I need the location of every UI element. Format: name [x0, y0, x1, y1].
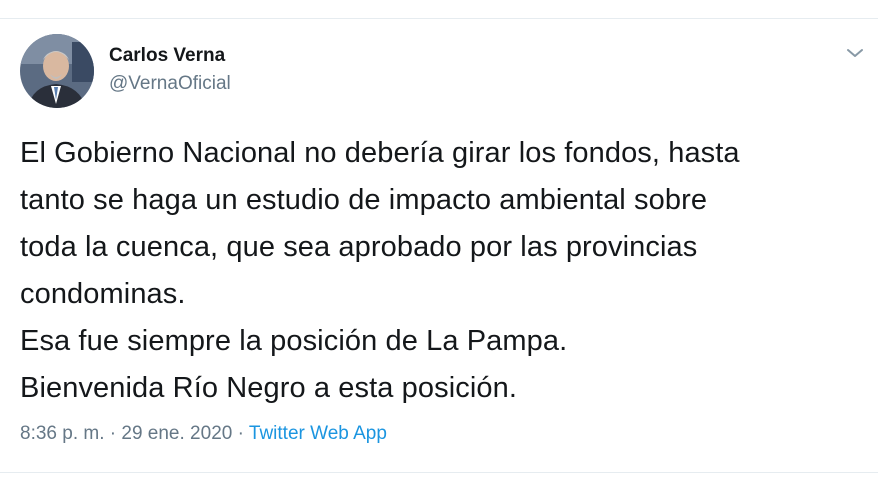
avatar[interactable]: [20, 34, 94, 108]
tweet-source-link[interactable]: Twitter Web App: [249, 423, 387, 444]
tweet-date[interactable]: 29 ene. 2020: [121, 423, 232, 444]
meta-separator: ·: [109, 423, 117, 444]
tweet-text-line: condominas.: [20, 278, 186, 310]
tweet-header: Carlos Verna @VernaOficial: [20, 34, 870, 110]
tweet-text-line: Esa fue siempre la posición de La Pampa.: [20, 325, 568, 357]
tweet-meta: 8:36 p. m. · 29 ene. 2020 · Twitter Web …: [20, 422, 387, 446]
tweet-text-line: tanto se haga un estudio de impacto ambi…: [20, 184, 708, 216]
bottom-divider: [0, 472, 878, 473]
avatar-photo: [20, 34, 94, 108]
tweet-time[interactable]: 8:36 p. m.: [20, 423, 105, 444]
top-divider: [0, 18, 878, 19]
tweet-text-line: toda la cuenca, que sea aprobado por las…: [20, 231, 698, 263]
user-names: Carlos Verna @VernaOficial: [109, 44, 231, 97]
display-name[interactable]: Carlos Verna: [109, 44, 231, 68]
tweet-text: El Gobierno Nacional no debería girar lo…: [20, 130, 860, 412]
user-handle[interactable]: @VernaOficial: [109, 71, 231, 97]
meta-separator: ·: [237, 423, 244, 444]
tweet-page: Carlos Verna @VernaOficial El Gobierno N…: [0, 0, 878, 500]
tweet-card: Carlos Verna @VernaOficial El Gobierno N…: [20, 34, 870, 444]
tweet-text-line: Bienvenida Río Negro a esta posición.: [20, 372, 517, 404]
chevron-down-icon[interactable]: [844, 44, 866, 62]
tweet-text-line: El Gobierno Nacional no debería girar lo…: [20, 137, 740, 169]
